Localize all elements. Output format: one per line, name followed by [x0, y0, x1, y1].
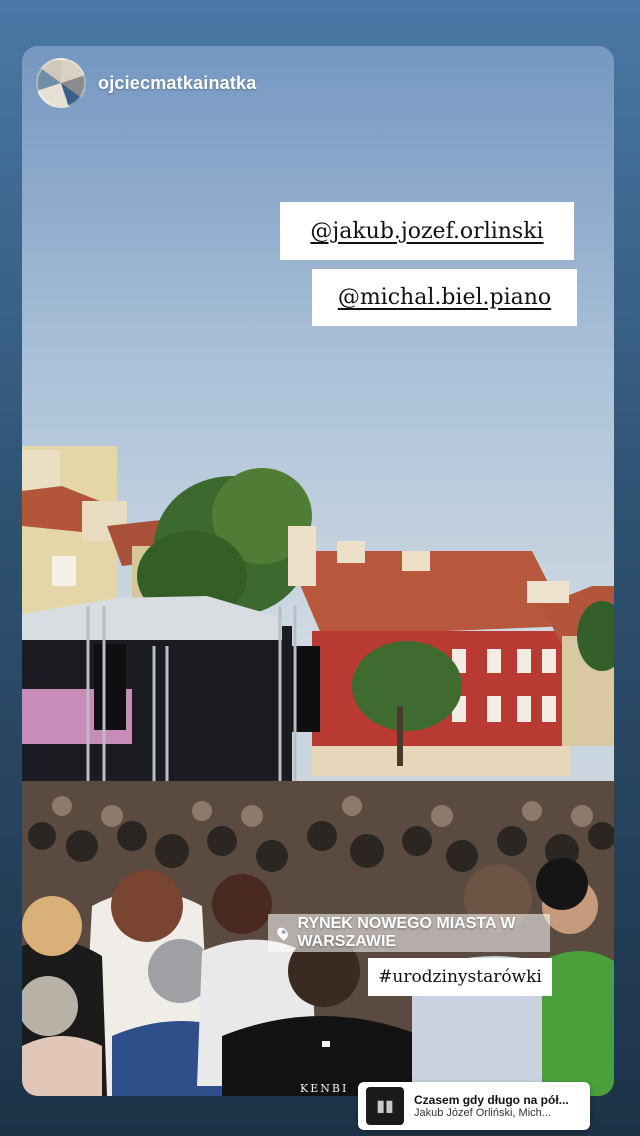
mention-label: @michal.biel.piano: [337, 285, 552, 310]
music-info: Czasem gdy długo na pół... Jakub Józef O…: [414, 1093, 569, 1119]
mention-sticker-michal[interactable]: @michal.biel.piano: [312, 269, 577, 326]
photo-banner-text: KENBI: [300, 1082, 349, 1095]
hashtag-sticker[interactable]: #urodzinystarówki: [368, 958, 552, 996]
mention-label: @jakub.jozef.orlinski: [310, 218, 544, 244]
song-artist: Jakub Józef Orliński, Mich...: [414, 1107, 551, 1119]
avatar[interactable]: [36, 58, 86, 108]
story-header: ojciecmatkainatka: [36, 58, 256, 108]
song-title: Czasem gdy długo na pół...: [414, 1093, 569, 1107]
location-label: RYNEK NOWEGO MIASTA W WARSZAWIE: [297, 915, 516, 950]
username[interactable]: ojciecmatkainatka: [98, 73, 256, 94]
location-pin-icon: [275, 925, 291, 941]
music-sticker[interactable]: ▮▮ Czasem gdy długo na pół... Jakub Józe…: [358, 1082, 590, 1130]
hashtag-label: #urodzinystarówki: [378, 967, 542, 987]
location-sticker[interactable]: RYNEK NOWEGO MIASTA W WARSZAWIE: [268, 914, 550, 952]
album-art-icon: ▮▮: [366, 1087, 404, 1125]
mention-sticker-jakub[interactable]: @jakub.jozef.orlinski: [280, 202, 574, 260]
story-card[interactable]: KENBI ojciecmatkainatka @jakub.jozef.orl…: [22, 46, 614, 1096]
